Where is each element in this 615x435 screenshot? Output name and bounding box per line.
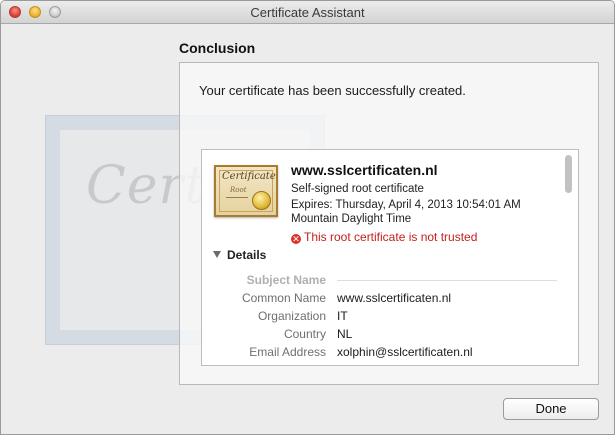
certificate-icon-title: Certificate [222,171,276,182]
organization-label: Organization [257,309,326,323]
certificate-icon-subtitle: Root [230,186,247,194]
details-label: Details [227,248,267,262]
section-divider [337,280,557,281]
certificate-name: www.sslcertificaten.nl [291,162,438,178]
title-bar: Certificate Assistant [1,1,614,24]
done-button[interactable]: Done [503,398,599,420]
certificate-icon: Certificate Root [214,165,278,217]
certificate-type: Self-signed root certificate [291,183,424,195]
vertical-scrollbar[interactable] [565,155,572,193]
details-disclosure[interactable]: Details [213,248,266,262]
certificate-assistant-window: Certificate Assistant Certif Conclusion … [0,0,615,435]
common-name-value: www.sslcertificaten.nl [337,291,452,305]
window-title: Certificate Assistant [250,5,365,20]
conclusion-panel: Your certificate has been successfully c… [179,62,599,385]
certificate-icon-signature-line [226,197,248,198]
disclosure-triangle-icon[interactable] [213,251,221,258]
country-value: NL [337,327,353,341]
country-label: Country [283,327,326,341]
certificate-seal-icon [252,191,271,210]
common-name-label: Common Name [241,291,326,305]
page-title: Conclusion [179,40,256,56]
certificate-expiry: Expires: Thursday, April 4, 2013 10:54:0… [291,199,521,211]
email-address-label: Email Address [249,345,326,359]
certificate-timezone: Mountain Daylight Time [291,213,412,225]
organization-value: IT [337,309,348,323]
trust-warning-text: This root certificate is not trusted [304,230,478,244]
error-x-icon: ✕ [291,234,301,244]
trust-warning: ✕ This root certificate is not trusted [291,230,477,244]
email-address-value: xolphin@sslcertificaten.nl [337,345,473,359]
certificate-view: Certificate Root www.sslcertificaten.nl … [201,149,579,366]
success-message: Your certificate has been successfully c… [199,83,466,98]
subject-name-section-label: Subject Name [246,273,326,287]
